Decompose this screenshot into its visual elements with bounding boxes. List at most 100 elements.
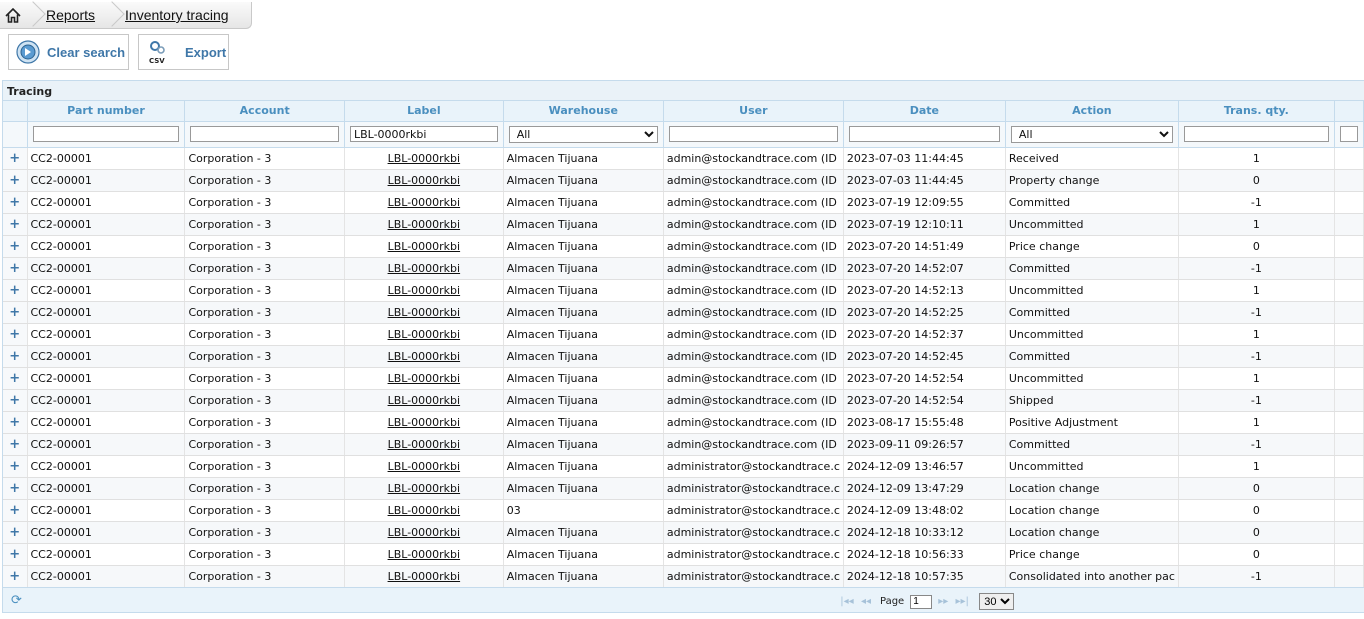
table-row[interactable]: + CC2-00001 Corporation - 3 LBL-0000rkbi Alm…	[3, 323, 1364, 346]
table-row[interactable]: + CC2-00001 Corporation - 3 LBL-0000rkbi Alm…	[3, 367, 1364, 390]
table-row[interactable]: + CC2-00001 Corporation - 3 LBL-0000rkbi Alm…	[3, 345, 1364, 368]
expand-row-icon[interactable]: +	[3, 147, 28, 170]
cell-label[interactable]: LBL-0000rkbi	[344, 147, 504, 170]
table-row[interactable]: + CC2-00001 Corporation - 3 LBL-0000rkbi Alm…	[3, 543, 1364, 566]
table-row[interactable]: + CC2-00001 Corporation - 3 LBL-0000rkbi Alm…	[3, 257, 1364, 280]
table-row[interactable]: + CC2-00001 Corporation - 3 LBL-0000rkbi Alm…	[3, 169, 1364, 192]
account-filter-input[interactable]	[190, 126, 339, 142]
overflow-cell	[1334, 543, 1364, 566]
cell-label[interactable]: LBL-0000rkbi	[344, 213, 504, 236]
column-header-date[interactable]: Date	[843, 101, 1006, 122]
cell-action: Location change	[1005, 499, 1179, 522]
cell-label[interactable]: LBL-0000rkbi	[344, 521, 504, 544]
cell-label[interactable]: LBL-0000rkbi	[344, 389, 504, 412]
refresh-icon[interactable]: ⟳	[11, 593, 22, 608]
pager-nav: |◂◂ ◂◂ Page ▸▸ ▸▸| 30	[839, 593, 1015, 610]
expand-row-icon[interactable]: +	[3, 477, 28, 500]
warehouse-filter-select[interactable]: All	[508, 125, 658, 143]
cell-account: Corporation - 3	[184, 279, 345, 302]
table-row[interactable]: + CC2-00001 Corporation - 3 LBL-0000rkbi Alm…	[3, 147, 1364, 170]
breadcrumb-reports-link[interactable]: Reports	[36, 7, 105, 23]
expand-row-icon[interactable]: +	[3, 279, 28, 302]
table-row[interactable]: + CC2-00001 Corporation - 3 LBL-0000rkbi Alm…	[3, 235, 1364, 258]
column-header-account[interactable]: Account	[184, 101, 345, 122]
column-header-warehouse[interactable]: Warehouse	[503, 101, 664, 122]
expand-row-icon[interactable]: +	[3, 301, 28, 324]
overflow-cell	[1334, 411, 1364, 434]
cell-label[interactable]: LBL-0000rkbi	[344, 455, 504, 478]
cell-label[interactable]: LBL-0000rkbi	[344, 543, 504, 566]
trans-qty-filter-input[interactable]	[1183, 126, 1329, 142]
expand-row-icon[interactable]: +	[3, 521, 28, 544]
cell-label[interactable]: LBL-0000rkbi	[344, 433, 504, 456]
table-row[interactable]: + CC2-00001 Corporation - 3 LBL-0000rkbi Alm…	[3, 455, 1364, 478]
cell-label[interactable]: LBL-0000rkbi	[344, 257, 504, 280]
expand-row-icon[interactable]: +	[3, 257, 28, 280]
expand-row-icon[interactable]: +	[3, 499, 28, 522]
expand-row-icon[interactable]: +	[3, 389, 28, 412]
label-filter-input[interactable]	[349, 126, 498, 142]
expand-row-icon[interactable]: +	[3, 345, 28, 368]
table-row[interactable]: + CC2-00001 Corporation - 3 LBL-0000rkbi 03 a…	[3, 499, 1364, 522]
table-row[interactable]: + CC2-00001 Corporation - 3 LBL-0000rkbi Alm…	[3, 389, 1364, 412]
cell-label[interactable]: LBL-0000rkbi	[344, 323, 504, 346]
table-row[interactable]: + CC2-00001 Corporation - 3 LBL-0000rkbi Alm…	[3, 477, 1364, 500]
expand-row-icon[interactable]: +	[3, 323, 28, 346]
table-row[interactable]: + CC2-00001 Corporation - 3 LBL-0000rkbi Alm…	[3, 213, 1364, 236]
cell-label[interactable]: LBL-0000rkbi	[344, 345, 504, 368]
date-filter-input[interactable]	[848, 126, 1000, 142]
expand-row-icon[interactable]: +	[3, 191, 28, 214]
cell-label[interactable]: LBL-0000rkbi	[344, 191, 504, 214]
cell-date: 2023-08-17 15:55:48	[843, 411, 1006, 434]
part-number-filter-input[interactable]	[32, 126, 180, 142]
cell-date: 2023-07-03 11:44:45	[843, 169, 1006, 192]
expand-row-icon[interactable]: +	[3, 213, 28, 236]
column-header-user[interactable]: User	[663, 101, 844, 122]
last-page-icon[interactable]: ▸▸|	[954, 596, 970, 607]
cell-label[interactable]: LBL-0000rkbi	[344, 169, 504, 192]
page-number-input[interactable]	[910, 594, 933, 609]
breadcrumb-inventory-tracing-link[interactable]: Inventory tracing	[115, 7, 239, 23]
expand-row-icon[interactable]: +	[3, 169, 28, 192]
cell-label[interactable]: LBL-0000rkbi	[344, 499, 504, 522]
table-row[interactable]: + CC2-00001 Corporation - 3 LBL-0000rkbi Alm…	[3, 279, 1364, 302]
cell-label[interactable]: LBL-0000rkbi	[344, 477, 504, 500]
expand-row-icon[interactable]: +	[3, 455, 28, 478]
cell-label[interactable]: LBL-0000rkbi	[344, 411, 504, 434]
cell-label[interactable]: LBL-0000rkbi	[344, 235, 504, 258]
cell-label[interactable]: LBL-0000rkbi	[344, 565, 504, 588]
action-filter-select[interactable]: All	[1010, 125, 1173, 143]
export-button[interactable]: CSV Export	[138, 34, 229, 70]
user-filter-input[interactable]	[668, 126, 838, 142]
table-row[interactable]: + CC2-00001 Corporation - 3 LBL-0000rkbi Alm…	[3, 565, 1364, 588]
column-header-action[interactable]: Action	[1005, 101, 1179, 122]
cell-action: Shipped	[1005, 389, 1179, 412]
cell-date: 2024-12-09 13:48:02	[843, 499, 1006, 522]
next-page-icon[interactable]: ▸▸	[935, 596, 951, 607]
table-row[interactable]: + CC2-00001 Corporation - 3 LBL-0000rkbi Alm…	[3, 521, 1364, 544]
column-header-part-number[interactable]: Part number	[27, 101, 186, 122]
table-row[interactable]: + CC2-00001 Corporation - 3 LBL-0000rkbi Alm…	[3, 191, 1364, 214]
expand-row-icon[interactable]: +	[3, 433, 28, 456]
cell-date: 2023-07-19 12:10:11	[843, 213, 1006, 236]
expand-row-icon[interactable]: +	[3, 367, 28, 390]
expand-row-icon[interactable]: +	[3, 543, 28, 566]
prev-page-icon[interactable]: ◂◂	[858, 596, 874, 607]
cell-label[interactable]: LBL-0000rkbi	[344, 301, 504, 324]
clear-search-button[interactable]: Clear search	[8, 34, 129, 70]
column-header-overflow	[1334, 101, 1364, 122]
cell-label[interactable]: LBL-0000rkbi	[344, 279, 504, 302]
first-page-icon[interactable]: |◂◂	[839, 596, 855, 607]
table-row[interactable]: + CC2-00001 Corporation - 3 LBL-0000rkbi Alm…	[3, 411, 1364, 434]
expand-row-icon[interactable]: +	[3, 235, 28, 258]
cell-label[interactable]: LBL-0000rkbi	[344, 367, 504, 390]
overflow-filter-input[interactable]	[1339, 126, 1358, 142]
table-row[interactable]: + CC2-00001 Corporation - 3 LBL-0000rkbi Alm…	[3, 301, 1364, 324]
expand-row-icon[interactable]: +	[3, 411, 28, 434]
expand-row-icon[interactable]: +	[3, 565, 28, 588]
table-row[interactable]: + CC2-00001 Corporation - 3 LBL-0000rkbi Alm…	[3, 433, 1364, 456]
page-size-select[interactable]: 30	[979, 593, 1015, 610]
column-header-label[interactable]: Label	[344, 101, 504, 122]
column-header-trans-qty[interactable]: Trans. qty.	[1178, 101, 1335, 122]
cell-date: 2023-07-20 14:52:37	[843, 323, 1006, 346]
